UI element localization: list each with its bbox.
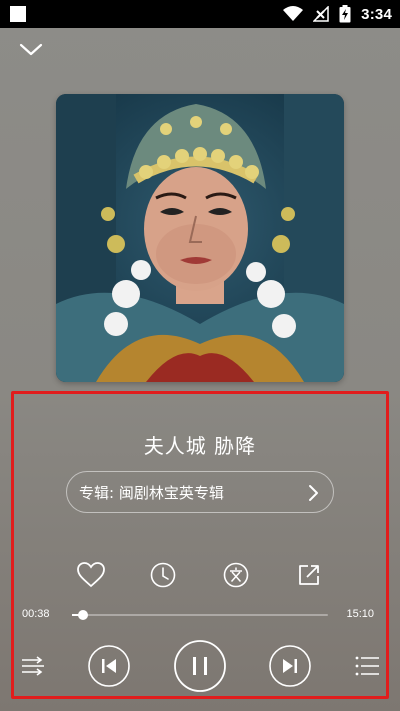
seek-thumb[interactable] — [77, 610, 88, 620]
play-pause-button[interactable] — [174, 640, 226, 692]
pause-icon — [174, 640, 226, 692]
status-bar: 3:34 — [0, 0, 400, 28]
playlist-icon — [355, 656, 379, 676]
share-icon — [299, 565, 319, 585]
previous-button[interactable] — [88, 645, 130, 687]
song-title: 夫人城 胁降 — [143, 434, 257, 458]
clock-time: 3:34 — [361, 5, 392, 23]
lyrics-text-icon — [223, 562, 249, 588]
battery-charging-icon — [339, 5, 351, 23]
favorite-button[interactable] — [75, 559, 107, 591]
signal-icon — [313, 6, 329, 22]
playback-mode-icon — [22, 656, 44, 676]
chevron-down-icon[interactable] — [18, 40, 44, 58]
elapsed-time: 00:38 — [22, 608, 50, 620]
playback-mode-button[interactable] — [20, 653, 46, 679]
playback-controls — [0, 640, 400, 692]
playlist-button[interactable] — [354, 653, 380, 679]
sleep-timer-button[interactable] — [147, 559, 179, 591]
progress-row: 00:38 15:10 — [0, 605, 400, 625]
album-label: 专辑: 闽剧林宝英专辑 — [79, 483, 224, 502]
wifi-icon — [283, 6, 304, 21]
status-icons: 3:34 — [283, 5, 392, 23]
seek-bar[interactable] — [72, 610, 328, 620]
notification-icon — [10, 6, 26, 22]
previous-icon — [88, 645, 130, 687]
next-button[interactable] — [269, 645, 311, 687]
total-time: 15:10 — [346, 608, 374, 620]
action-row — [0, 559, 400, 591]
album-link-button[interactable]: 专辑: 闽剧林宝英专辑 — [66, 471, 334, 513]
clock-icon — [150, 562, 176, 588]
share-button[interactable] — [293, 559, 325, 591]
album-cover-image — [56, 94, 344, 382]
heart-icon — [77, 562, 105, 588]
lyrics-button[interactable] — [220, 559, 252, 591]
next-icon — [269, 645, 311, 687]
chevron-right-icon — [309, 485, 318, 501]
